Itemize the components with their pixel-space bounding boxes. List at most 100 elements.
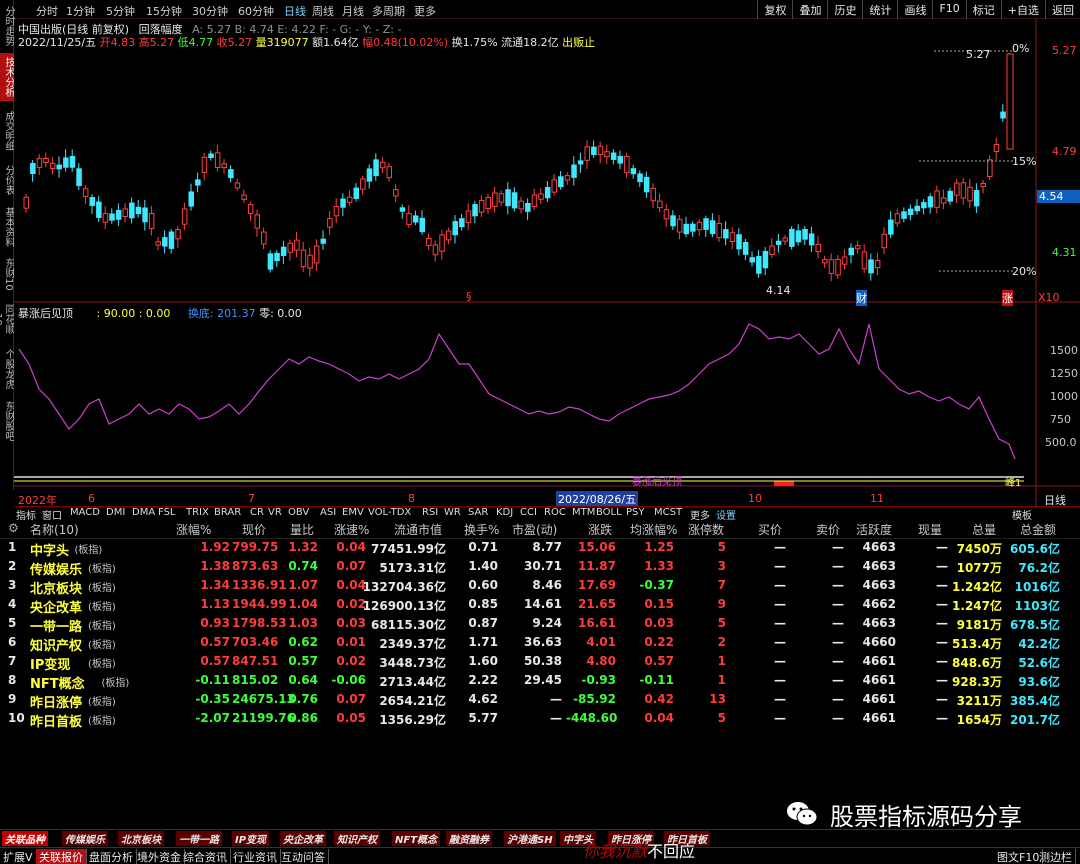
period-monthly[interactable]: 月线 [342,3,364,19]
left-tab-profile[interactable]: 基本资料 [0,203,14,251]
overlay-button[interactable]: 叠加 [792,0,827,19]
history-button[interactable]: 历史 [827,0,862,19]
col-header-16[interactable]: 总金额 [1020,521,1056,539]
sector-name[interactable]: 传媒娱乐 [30,559,82,578]
bottom-bar-6[interactable]: 互动问答 [278,849,329,864]
related-tab-0[interactable]: 关联品种 [2,831,48,846]
period-60min[interactable]: 60分钟 [238,3,274,19]
period-more[interactable]: 更多 [414,3,436,19]
back-button[interactable]: 返回 [1045,0,1080,19]
col-header-0[interactable]: 名称(10) [30,521,79,539]
period-1min[interactable]: 1分钟 [66,3,95,19]
rise-marker[interactable]: 涨 [1002,290,1013,306]
indicator-title[interactable]: 暴涨后见顶 [18,307,73,320]
indicator-tab-16[interactable]: SAR [468,507,488,518]
f10-button[interactable]: F10 [932,0,965,19]
indicator-tab-21[interactable]: BOLL [596,507,622,518]
indicator-tab-22[interactable]: PSY [626,507,645,518]
related-tab-8[interactable]: 融资融券 [446,831,492,846]
left-tab-tech[interactable]: 技术分析 [0,53,14,101]
col-header-13[interactable]: 活跃度 [856,521,892,539]
indicator-tab-12[interactable]: EMV [342,507,364,518]
indicator-tab-7[interactable]: BRAR [214,507,241,518]
col-header-14[interactable]: 现量 [918,521,942,539]
left-tab-guba[interactable]: 东财股吧 [0,397,14,445]
indicator-tab-19[interactable]: ROC [544,507,566,518]
kline-chart[interactable] [14,19,1080,506]
sector-name[interactable]: 北京板块 [30,578,82,597]
indicator-tab-14[interactable]: RSI [422,507,438,518]
indicator-tab-13[interactable]: VOL-TDX [368,507,411,518]
indicator-tab-20[interactable]: MTM [572,507,595,518]
col-header-15[interactable]: 总量 [972,521,996,539]
col-header-2[interactable]: 现价 [242,521,266,539]
sector-name[interactable]: 昨日首板 [30,711,82,730]
sector-name[interactable]: IP变现 [30,654,70,673]
sidebar-toggle[interactable]: 测边栏 [1036,849,1076,864]
col-header-4[interactable]: 涨速% [334,521,369,539]
bottom-bar-2[interactable]: 盘面分析 [86,849,137,864]
template-button[interactable]: 模板 [1012,507,1032,522]
period-daily[interactable]: 日线 [284,3,306,19]
related-tab-7[interactable]: NFT概念 [392,831,441,846]
bottom-bar-4[interactable]: 综合资讯 [180,849,231,864]
left-tab-fenshi[interactable]: 分时走势 [0,2,14,50]
col-header-7[interactable]: 市盈(动) [512,521,557,539]
left-tab-dongcai10[interactable]: 东财10 [0,254,14,294]
indicator-tab-23[interactable]: MCST [654,507,682,518]
indicator-tab-11[interactable]: ASI [320,507,336,518]
indicator-tab-4[interactable]: DMA [132,507,155,518]
sector-name[interactable]: 知识产权 [30,635,82,654]
related-tab-2[interactable]: 北京板块 [118,831,164,846]
period-weekly[interactable]: 周线 [312,3,334,19]
period-fenshi[interactable]: 分时 [36,3,58,19]
indicator-tab-10[interactable]: OBV [288,507,309,518]
indicator-tab-1[interactable]: 窗口 [42,507,62,522]
indicator-tab-9[interactable]: VR [268,507,282,518]
indicator-tab-0[interactable]: 指标 [16,507,36,522]
related-tab-6[interactable]: 知识产权 [334,831,380,846]
related-tab-4[interactable]: IP变现 [232,831,270,846]
indicator-tab-18[interactable]: CCI [520,507,537,518]
related-tab-5[interactable]: 央企改革 [280,831,326,846]
indicator-tab-15[interactable]: WR [444,507,461,518]
indicator-tab-25[interactable]: 设置 [716,507,736,522]
col-header-9[interactable]: 均涨幅% [630,521,677,539]
bottom-bar-1[interactable]: 关联报价 [36,849,87,864]
related-tab-1[interactable]: 传媒娱乐 [62,831,108,846]
col-header-6[interactable]: 换手% [464,521,499,539]
indicator-tab-3[interactable]: DMI [106,507,125,518]
indicator-tab-8[interactable]: CR [250,507,264,518]
left-tab-ths10[interactable]: 同花顺10 [0,298,14,340]
draw-line-button[interactable]: 画线 [897,0,932,19]
mark-button[interactable]: 标记 [965,0,1001,19]
period-30min[interactable]: 30分钟 [192,3,228,19]
sector-name[interactable]: 中字头 [30,540,69,559]
bottom-bar-0[interactable]: 扩展V [0,849,37,864]
bottom-bar-3[interactable]: 境外资金 [134,849,185,864]
settings-gear-icon[interactable]: ⚙ [8,521,19,539]
col-header-3[interactable]: 量比 [290,521,314,539]
related-tab-3[interactable]: 一带一路 [176,831,222,846]
sector-name[interactable]: 一带一路 [30,616,82,635]
restore-right-button[interactable]: 复权 [757,0,792,19]
indicator-tab-6[interactable]: TRIX [186,507,209,518]
sector-name[interactable]: 央企改革 [30,597,82,616]
bottom-bar-5[interactable]: 行业资讯 [230,849,281,864]
related-tab-9[interactable]: 沪港通SH [504,831,556,846]
indicator-tab-2[interactable]: MACD [70,507,100,518]
col-header-12[interactable]: 卖价 [816,521,840,539]
col-header-11[interactable]: 买价 [758,521,782,539]
sector-name[interactable]: 昨日涨停 [30,692,82,711]
col-header-8[interactable]: 涨跌 [588,521,612,539]
col-header-1[interactable]: 涨幅% [176,521,211,539]
indicator-tab-24[interactable]: 更多 [690,507,710,522]
col-header-10[interactable]: 涨停数 [688,521,724,539]
period-15min[interactable]: 15分钟 [146,3,182,19]
period-5min[interactable]: 5分钟 [106,3,135,19]
finance-marker[interactable]: 财 [856,290,867,306]
left-tab-dragon-tiger[interactable]: 个股龙虎 [0,345,14,393]
period-multi[interactable]: 多周期 [372,3,405,19]
sector-name[interactable]: NFT概念 [30,673,85,692]
indicator-tab-5[interactable]: FSL [158,507,176,518]
